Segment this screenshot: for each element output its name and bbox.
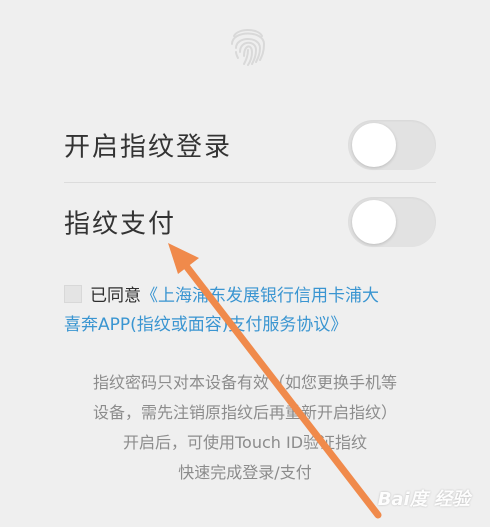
setting-label: 开启指纹登录 <box>64 132 233 163</box>
note-line: 指纹密码只对本设备有效（如您更换手机等 <box>92 373 397 392</box>
agreement-prefix: 已同意 <box>90 286 141 306</box>
setting-row-fingerprint-pay: 指纹支付 <box>64 192 436 252</box>
note-line: 开启后，可使用Touch ID验证指纹 <box>122 433 368 452</box>
toggle-knob <box>352 123 396 167</box>
agreement-text: 已同意《上海浦东发展银行信用卡浦大喜奔APP(指纹或面容)支付服务协议》 <box>64 282 436 340</box>
setting-row-fingerprint-login: 开启指纹登录 <box>64 115 436 175</box>
agreement-link-line2[interactable]: 喜奔APP(指纹或面容)支付服务协议》 <box>64 311 436 340</box>
toggle-knob <box>352 200 396 244</box>
setting-label: 指纹支付 <box>64 209 177 240</box>
baidu-watermark: Bai度 经验 <box>377 489 470 510</box>
note-line: 设备，需先注销原指纹后再重新开启指纹） <box>92 403 397 422</box>
agreement-link-line1[interactable]: 《上海浦东发展银行信用卡浦大 <box>141 286 379 306</box>
divider <box>64 182 436 183</box>
note-line: 快速完成登录/支付 <box>178 463 312 482</box>
agree-checkbox[interactable] <box>64 285 82 303</box>
fingerprint-note: 指纹密码只对本设备有效（如您更换手机等 设备，需先注销原指纹后再重新开启指纹） … <box>50 368 440 488</box>
agreement-link[interactable]: 《上海浦东发展银行信用卡浦大喜奔APP(指纹或面容)支付服务协议》 <box>64 286 436 340</box>
agreement: 已同意《上海浦东发展银行信用卡浦大喜奔APP(指纹或面容)支付服务协议》 <box>64 282 436 340</box>
fingerprint-login-toggle[interactable] <box>348 120 436 170</box>
fingerprint-icon <box>231 29 266 66</box>
fingerprint-pay-toggle[interactable] <box>348 197 436 247</box>
